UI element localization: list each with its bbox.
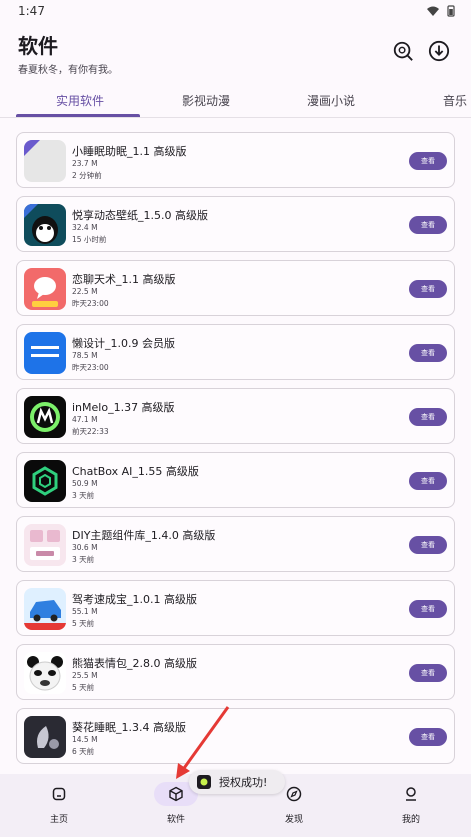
view-button[interactable]: 查看 bbox=[409, 344, 447, 362]
page-header: 软件 春夏秋冬，有你有我。 bbox=[18, 30, 458, 76]
view-button[interactable]: 查看 bbox=[409, 472, 447, 490]
app-time: 3 天前 bbox=[72, 555, 95, 564]
app-size: 32.4 M bbox=[72, 223, 98, 232]
compass-icon bbox=[286, 786, 302, 802]
chatbox-hexagon-icon bbox=[24, 460, 66, 502]
battery-icon bbox=[447, 5, 455, 17]
panda-face-icon bbox=[24, 652, 66, 694]
view-button[interactable]: 查看 bbox=[409, 152, 447, 170]
list-item[interactable]: 驾考速成宝_1.0.1 高级版 55.1 M 5 天前 查看 bbox=[16, 580, 455, 636]
app-name: 熊猫表情包_2.8.0 高级版 bbox=[72, 657, 197, 670]
app-name: ChatBox AI_1.55 高级版 bbox=[72, 465, 199, 478]
view-button[interactable]: 查看 bbox=[409, 664, 447, 682]
tab-utility[interactable]: 实用软件 bbox=[56, 92, 104, 109]
list-item[interactable]: 葵花睡眠_1.3.4 高级版 14.5 M 6 天前 查看 bbox=[16, 708, 455, 764]
nav-home-label: 主页 bbox=[49, 815, 68, 825]
view-button[interactable]: 查看 bbox=[409, 408, 447, 426]
nav-software-label: 软件 bbox=[166, 815, 185, 825]
cube-icon bbox=[169, 786, 183, 802]
red-arrow-annotation bbox=[176, 706, 230, 779]
category-tabs: 实用软件 影视动漫 漫画小说 音乐 bbox=[0, 86, 471, 118]
tab-music[interactable]: 音乐 bbox=[443, 92, 467, 109]
nav-home[interactable]: 主页 bbox=[19, 782, 99, 825]
app-size: 25.5 M bbox=[72, 671, 98, 680]
view-button[interactable]: 查看 bbox=[409, 216, 447, 234]
view-button[interactable]: 查看 bbox=[409, 280, 447, 298]
app-size: 55.1 M bbox=[72, 607, 98, 616]
nav-profile[interactable]: 我的 bbox=[371, 782, 451, 825]
widget-clock-icon bbox=[24, 524, 66, 566]
app-time: 15 小时前 bbox=[72, 235, 107, 244]
app-size: 30.6 M bbox=[72, 543, 98, 552]
app-list: 小睡眠助眠_1.1 高级版 23.7 M 2 分钟前 查看 悦享动态壁纸_1.5… bbox=[16, 132, 455, 772]
list-item[interactable]: 熊猫表情包_2.8.0 高级版 25.5 M 5 天前 查看 bbox=[16, 644, 455, 700]
app-name: 懒设计_1.0.9 会员版 bbox=[72, 337, 175, 350]
list-item[interactable]: 悦享动态壁纸_1.5.0 高级版 32.4 M 15 小时前 查看 bbox=[16, 196, 455, 252]
list-item[interactable]: inMelo_1.37 高级版 47.1 M 前天22:33 查看 bbox=[16, 388, 455, 444]
app-name: 葵花睡眠_1.3.4 高级版 bbox=[72, 721, 186, 734]
app-time: 昨天23:00 bbox=[72, 299, 109, 308]
app-name: DIY主题组件库_1.4.0 高级版 bbox=[72, 529, 216, 542]
app-time: 5 天前 bbox=[72, 619, 95, 628]
home-icon bbox=[52, 787, 66, 801]
app-time: 6 天前 bbox=[72, 747, 95, 756]
penguin-wallpaper-icon bbox=[24, 204, 66, 246]
inmelo-icon bbox=[24, 396, 66, 438]
app-size: 23.7 M bbox=[72, 159, 98, 168]
app-name: 小睡眠助眠_1.1 高级版 bbox=[72, 145, 187, 158]
person-icon bbox=[406, 787, 416, 801]
list-item[interactable]: 恋聊天术_1.1 高级版 22.5 M 昨天23:00 查看 bbox=[16, 260, 455, 316]
app-time: 昨天23:00 bbox=[72, 363, 109, 372]
app-time: 2 分钟前 bbox=[72, 171, 102, 180]
app-size: 14.5 M bbox=[72, 735, 98, 744]
tab-comics-novels[interactable]: 漫画小说 bbox=[307, 92, 355, 109]
app-size: 22.5 M bbox=[72, 287, 98, 296]
list-item[interactable]: 小睡眠助眠_1.1 高级版 23.7 M 2 分钟前 查看 bbox=[16, 132, 455, 188]
sleep-app-icon bbox=[24, 140, 66, 182]
app-size: 50.9 M bbox=[72, 479, 98, 488]
search-button[interactable] bbox=[390, 38, 416, 64]
tab-indicator bbox=[16, 114, 140, 117]
download-icon bbox=[428, 40, 450, 62]
tab-film-anime[interactable]: 影视动漫 bbox=[182, 92, 230, 109]
list-item[interactable]: ChatBox AI_1.55 高级版 50.9 M 3 天前 查看 bbox=[16, 452, 455, 508]
chat-bubble-icon bbox=[24, 268, 66, 310]
app-time: 前天22:33 bbox=[72, 427, 109, 436]
app-name: 驾考速成宝_1.0.1 高级版 bbox=[72, 593, 197, 606]
app-time: 5 天前 bbox=[72, 683, 95, 692]
status-bar: 1:47 bbox=[0, 0, 471, 22]
car-icon bbox=[24, 588, 66, 630]
nav-discover-label: 发现 bbox=[284, 815, 303, 825]
list-item[interactable]: 懒设计_1.0.9 会员版 78.5 M 昨天23:00 查看 bbox=[16, 324, 455, 380]
nav-profile-label: 我的 bbox=[401, 815, 420, 825]
app-name: inMelo_1.37 高级版 bbox=[72, 401, 175, 414]
download-button[interactable] bbox=[426, 38, 452, 64]
search-icon bbox=[393, 41, 413, 61]
app-size: 78.5 M bbox=[72, 351, 98, 360]
app-name: 悦享动态壁纸_1.5.0 高级版 bbox=[72, 209, 208, 222]
view-button[interactable]: 查看 bbox=[409, 600, 447, 618]
fotor-icon bbox=[24, 332, 66, 374]
list-item[interactable]: DIY主题组件库_1.4.0 高级版 30.6 M 3 天前 查看 bbox=[16, 516, 455, 572]
wifi-icon bbox=[427, 6, 439, 16]
moon-sleep-icon bbox=[24, 716, 66, 758]
app-time: 3 天前 bbox=[72, 491, 95, 500]
app-name: 恋聊天术_1.1 高级版 bbox=[72, 273, 176, 286]
view-button[interactable]: 查看 bbox=[409, 536, 447, 554]
view-button[interactable]: 查看 bbox=[409, 728, 447, 746]
status-time: 1:47 bbox=[18, 4, 45, 18]
app-size: 47.1 M bbox=[72, 415, 98, 424]
